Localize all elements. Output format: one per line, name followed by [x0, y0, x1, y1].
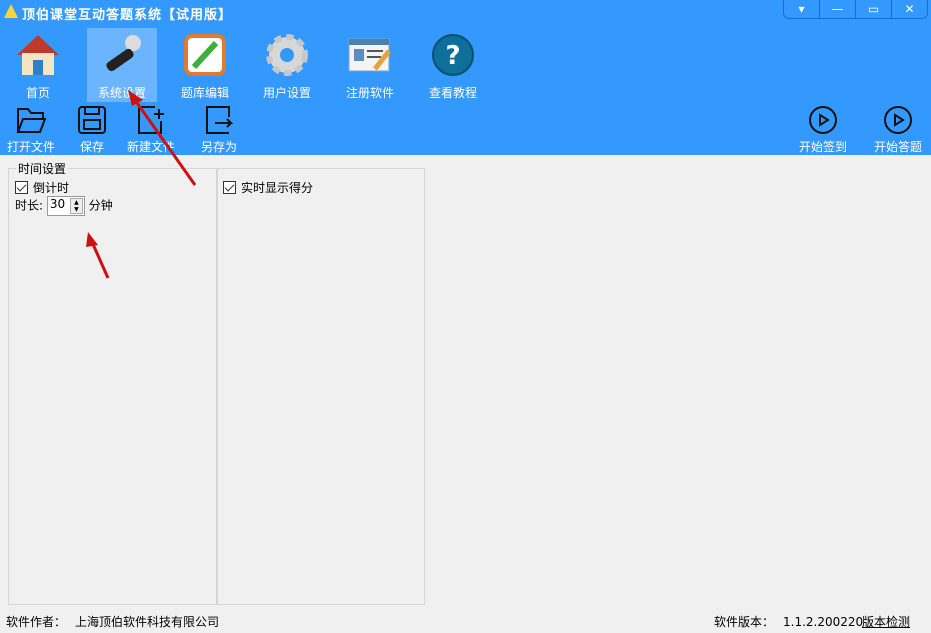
- header: 顶伯课堂互动答题系统【试用版】 ▾ — ▭ ✕ 首页 系统设置 题库编辑 用户设…: [0, 0, 931, 155]
- gear-icon: [263, 32, 311, 78]
- save-as-button[interactable]: 另存为: [186, 105, 252, 155]
- save-as-icon: [206, 106, 234, 134]
- window-controls: ▾ — ▭ ✕: [783, 0, 928, 19]
- close-button[interactable]: ✕: [892, 0, 927, 18]
- time-settings-group: [8, 168, 217, 605]
- start-checkin-button[interactable]: 开始签到: [790, 105, 856, 155]
- duration-spinner[interactable]: 30 ▲ ▼: [46, 196, 85, 216]
- home-icon: [14, 32, 62, 78]
- checkbox-checked[interactable]: [223, 181, 236, 194]
- nav-home[interactable]: 首页: [3, 28, 73, 102]
- nav-system-settings[interactable]: 系统设置: [87, 28, 157, 102]
- window-title: 顶伯课堂互动答题系统【试用版】: [22, 8, 233, 23]
- open-file-button[interactable]: 打开文件: [0, 105, 64, 155]
- score-settings-group: [217, 168, 425, 605]
- new-file-icon: [138, 106, 164, 134]
- help-icon: ?: [429, 32, 477, 78]
- minimize-button[interactable]: —: [820, 0, 856, 18]
- nav-user-settings[interactable]: 用户设置: [252, 28, 322, 102]
- version-check-link[interactable]: 版本检测: [862, 612, 910, 633]
- spinner-arrows-icon[interactable]: ▲ ▼: [69, 198, 83, 214]
- countdown-checkbox[interactable]: 倒计时: [15, 179, 69, 196]
- duration-row: 时长: 30 ▲ ▼ 分钟: [15, 196, 113, 216]
- dropdown-button[interactable]: ▾: [784, 0, 820, 18]
- nav-question-bank[interactable]: 题库编辑: [170, 28, 240, 102]
- folder-open-icon: [16, 108, 47, 133]
- checkbox-checked[interactable]: [15, 181, 28, 194]
- start-answer-button[interactable]: 开始答题: [865, 105, 931, 155]
- nav-tutorial[interactable]: ? 查看教程: [418, 28, 488, 102]
- play-icon: [884, 106, 912, 134]
- time-settings-legend: 时间设置: [16, 160, 69, 177]
- status-bar: 软件作者： 上海顶伯软件科技有限公司 软件版本： 1.1.2.200220 版本…: [0, 612, 931, 633]
- app-icon: [4, 4, 18, 18]
- nav-register[interactable]: 注册软件: [335, 28, 405, 102]
- svg-text:?: ?: [445, 41, 460, 71]
- wrench-icon: [98, 32, 146, 78]
- play-icon: [809, 106, 837, 134]
- save-button[interactable]: 保存: [59, 105, 125, 155]
- realtime-score-checkbox[interactable]: 实时显示得分: [223, 179, 313, 196]
- edit-icon: [181, 32, 229, 78]
- save-icon: [78, 106, 106, 134]
- id-card-icon: [346, 32, 394, 78]
- maximize-button[interactable]: ▭: [856, 0, 892, 18]
- new-file-button[interactable]: 新建文件: [118, 105, 184, 155]
